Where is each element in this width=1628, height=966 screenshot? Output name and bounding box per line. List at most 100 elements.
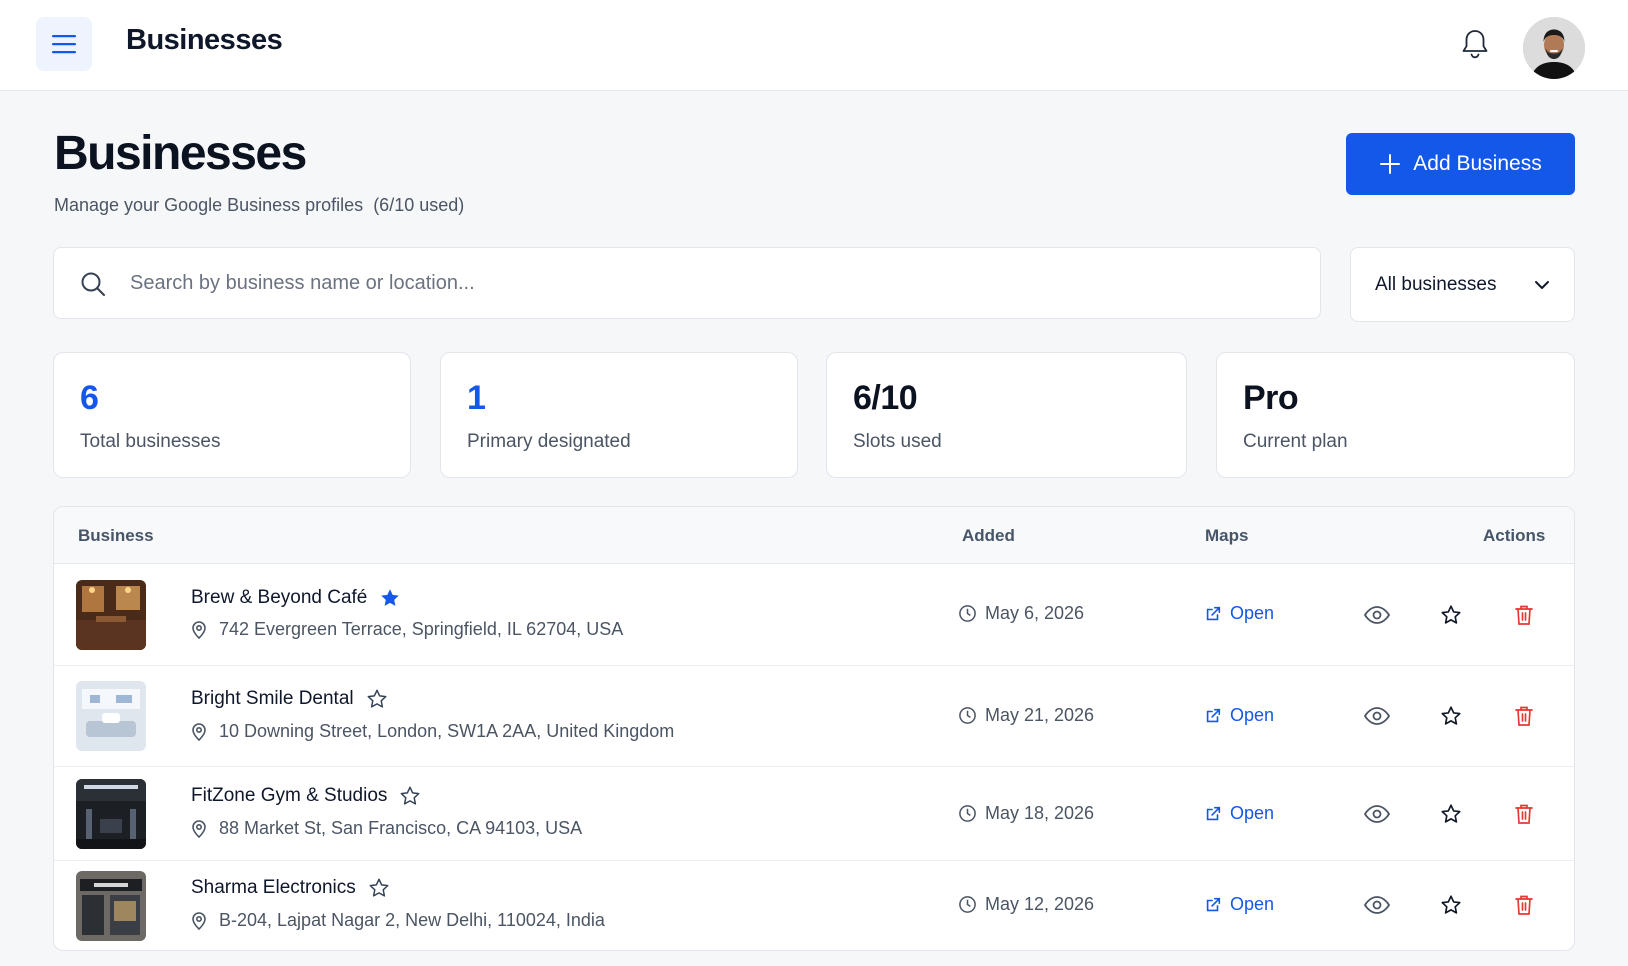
stat-label: Primary designated [467, 431, 631, 452]
subtitle-text: Manage your Google Business profiles [54, 195, 364, 215]
open-label: Open [1230, 705, 1275, 725]
set-primary-button[interactable] [1435, 599, 1467, 631]
date-added: May 18, 2026 [958, 803, 1094, 824]
open-maps-link[interactable]: Open [1204, 705, 1274, 726]
star-outline-icon[interactable] [399, 785, 421, 807]
trash-icon [1515, 895, 1533, 915]
open-label: Open [1230, 603, 1275, 623]
date-added: May 6, 2026 [958, 603, 1084, 624]
external-link-icon [1206, 606, 1221, 620]
column-maps: Maps [1205, 526, 1249, 545]
stat-card-plan: Pro Current plan [1216, 352, 1575, 478]
table-row: Sharma Electronics B-204, Lajpat Nagar 2… [54, 861, 1574, 950]
eye-icon [1363, 707, 1391, 725]
star-outline-icon[interactable] [366, 688, 388, 710]
view-button[interactable] [1361, 599, 1393, 631]
stat-value: Pro [1243, 379, 1299, 417]
star-filled-icon[interactable] [379, 587, 401, 609]
business-name-text: FitZone Gym & Studios [191, 785, 388, 806]
set-primary-button[interactable] [1435, 889, 1467, 921]
clock-icon [959, 805, 976, 822]
trash-icon [1515, 804, 1533, 824]
cafe-photo-icon [76, 580, 146, 650]
open-label: Open [1230, 803, 1275, 823]
search-icon [81, 272, 105, 296]
stat-card-slots: 6/10 Slots used [826, 352, 1187, 478]
menu-icon [52, 35, 76, 54]
business-address-text: 742 Evergreen Terrace, Springfield, IL 6… [219, 619, 624, 639]
business-thumbnail [76, 871, 146, 941]
view-button[interactable] [1361, 889, 1393, 921]
stat-value: 6/10 [853, 379, 918, 417]
top-bar: Businesses [0, 0, 1628, 91]
column-added: Added [962, 526, 1015, 545]
business-name-text: Brew & Beyond Café [191, 587, 368, 608]
business-name[interactable]: Sharma Electronics [191, 877, 390, 899]
business-address-text: 88 Market St, San Francisco, CA 94103, U… [219, 818, 583, 838]
stat-label: Slots used [853, 431, 942, 452]
set-primary-button[interactable] [1435, 700, 1467, 732]
open-maps-link[interactable]: Open [1204, 803, 1274, 824]
business-thumbnail [76, 779, 146, 849]
table-header: Business Added Maps Actions [54, 507, 1574, 564]
trash-icon [1515, 706, 1533, 726]
notifications-button[interactable] [1458, 26, 1492, 62]
date-added-text: May 21, 2026 [985, 705, 1095, 725]
usage-count: (6/10 used) [373, 195, 465, 215]
date-added-text: May 18, 2026 [985, 803, 1095, 823]
plus-icon [1380, 154, 1401, 174]
star-outline-icon[interactable] [368, 877, 390, 899]
star-icon [1441, 804, 1461, 823]
open-maps-link[interactable]: Open [1204, 894, 1274, 915]
eye-icon [1363, 606, 1391, 624]
column-actions: Actions [1483, 526, 1546, 545]
stat-value: 1 [467, 379, 486, 417]
star-icon [1441, 605, 1461, 624]
business-name[interactable]: FitZone Gym & Studios [191, 785, 421, 807]
business-address: B-204, Lajpat Nagar 2, New Delhi, 110024… [191, 910, 605, 931]
external-link-icon [1206, 708, 1221, 722]
star-icon [1441, 895, 1461, 914]
search-input[interactable] [130, 248, 1310, 318]
stat-value: 6 [80, 379, 99, 417]
business-filter-select[interactable]: All businesses [1350, 247, 1575, 322]
business-name[interactable]: Brew & Beyond Café [191, 587, 401, 609]
business-thumbnail [76, 681, 146, 751]
business-thumbnail [76, 580, 146, 650]
page-subtitle: Manage your Google Business profiles (6/1… [54, 195, 464, 216]
table-row: Brew & Beyond Café 742 Evergreen Terrace… [54, 564, 1574, 666]
business-name-text: Bright Smile Dental [191, 688, 354, 709]
delete-button[interactable] [1508, 798, 1540, 830]
filter-selected-label: All businesses [1375, 273, 1497, 295]
user-avatar[interactable] [1523, 17, 1585, 79]
search-bar [53, 247, 1321, 319]
clock-icon [959, 605, 976, 622]
business-address: 742 Evergreen Terrace, Springfield, IL 6… [191, 619, 623, 640]
eye-icon [1363, 805, 1391, 823]
delete-button[interactable] [1508, 700, 1540, 732]
add-business-button[interactable]: Add Business [1346, 133, 1575, 195]
external-link-icon [1206, 897, 1221, 911]
menu-button[interactable] [36, 17, 92, 71]
eye-icon [1363, 896, 1391, 914]
storefront-photo-icon [76, 871, 146, 941]
stat-card-total: 6 Total businesses [53, 352, 411, 478]
delete-button[interactable] [1508, 599, 1540, 631]
avatar-icon [1523, 17, 1585, 79]
map-pin-icon [192, 819, 206, 838]
map-pin-icon [192, 911, 206, 930]
column-business: Business [78, 526, 154, 545]
view-button[interactable] [1361, 798, 1393, 830]
business-address-text: 10 Downing Street, London, SW1A 2AA, Uni… [219, 721, 675, 741]
delete-button[interactable] [1508, 889, 1540, 921]
business-address-text: B-204, Lajpat Nagar 2, New Delhi, 110024… [219, 910, 605, 930]
business-table: Business Added Maps Actions Brew & Beyon… [53, 506, 1575, 951]
business-name[interactable]: Bright Smile Dental [191, 688, 388, 710]
clock-icon [959, 707, 976, 724]
set-primary-button[interactable] [1435, 798, 1467, 830]
open-label: Open [1230, 894, 1275, 914]
open-maps-link[interactable]: Open [1204, 603, 1274, 624]
page-title: Businesses [54, 127, 307, 180]
view-button[interactable] [1361, 700, 1393, 732]
map-pin-icon [192, 620, 206, 639]
